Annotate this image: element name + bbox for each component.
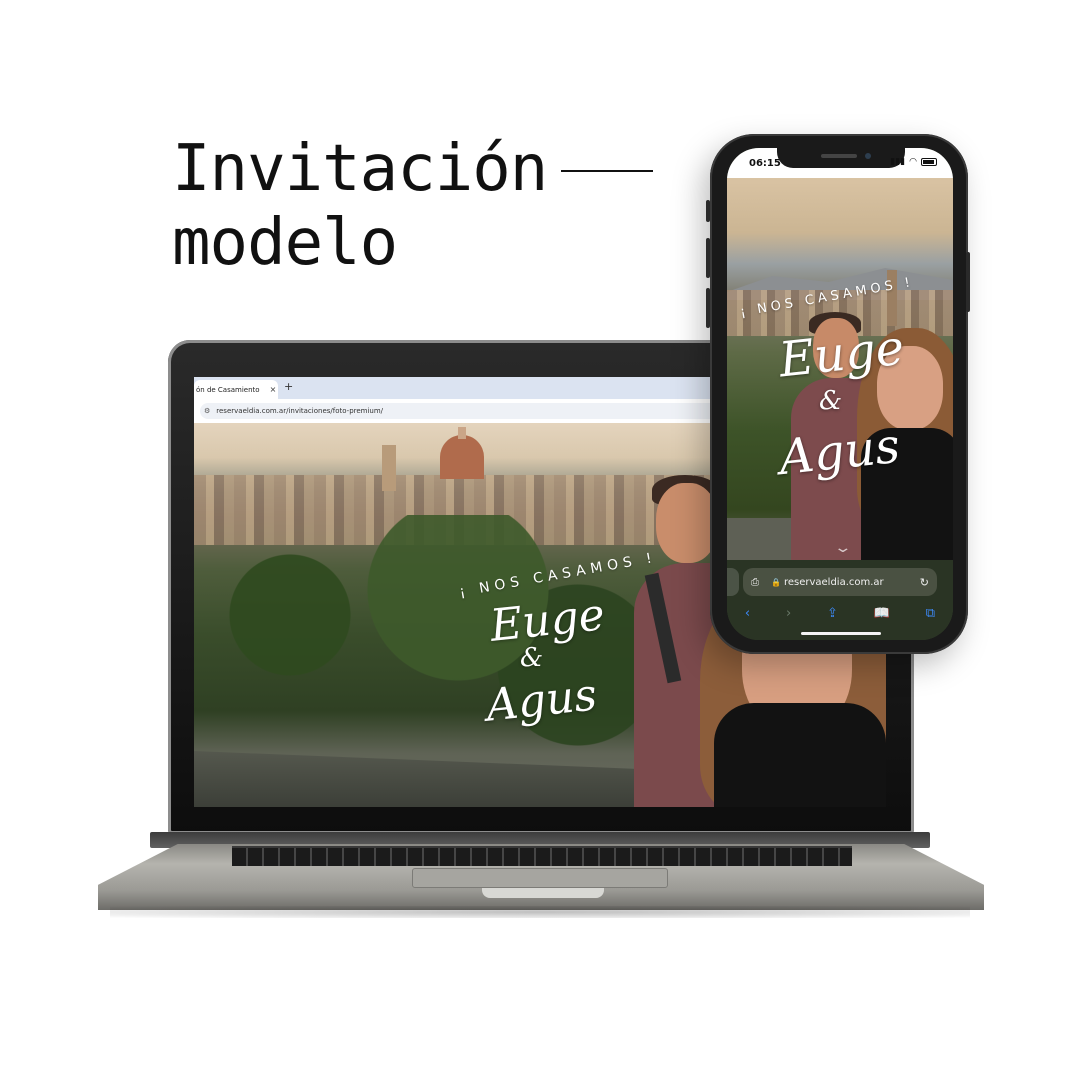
phone-notch xyxy=(777,148,905,168)
wifi-icon: ◠ xyxy=(909,157,917,167)
laptop-keyboard xyxy=(232,846,852,866)
phone-volume-up xyxy=(706,238,710,278)
signal-icon: ▮▮▮ xyxy=(890,157,906,167)
battery-icon xyxy=(921,158,937,166)
laptop-front-notch xyxy=(482,888,604,898)
safari-url-text: reservaeldia.com.ar xyxy=(783,576,884,588)
phone-volume-down xyxy=(706,288,710,328)
status-time: 06:15 xyxy=(749,158,781,169)
phone-hero-photo: ¡ NOS CASAMOS ! Euge & Agus ⌄ xyxy=(727,178,953,568)
front-camera xyxy=(865,153,871,159)
cathedral-dome xyxy=(440,435,484,479)
invitation-ampersand: & xyxy=(819,386,843,416)
browser-tab-label: ón de Casamiento xyxy=(196,385,260,394)
bell-tower xyxy=(382,445,396,491)
forward-icon[interactable]: › xyxy=(786,606,791,621)
lock-icon: 🔒 xyxy=(771,577,781,587)
invitation-ampersand: & xyxy=(520,643,544,673)
scroll-down-icon[interactable]: ⌄ xyxy=(833,540,852,556)
home-indicator[interactable] xyxy=(801,632,881,635)
share-icon[interactable]: ⇪ xyxy=(827,606,838,621)
bookmarks-icon[interactable]: 📖 xyxy=(874,606,890,621)
reload-icon[interactable]: ↻ xyxy=(920,576,929,589)
browser-tab[interactable]: ón de Casamiento × xyxy=(194,380,278,399)
heading-rule xyxy=(561,170,654,172)
laptop-shadow xyxy=(110,906,970,918)
close-tab-icon[interactable]: × xyxy=(268,385,278,394)
back-icon[interactable]: ‹ xyxy=(745,606,750,621)
speaker-grille xyxy=(821,154,857,158)
heading-title: Invitación xyxy=(172,132,548,206)
url-text: reservaeldia.com.ar/invitaciones/foto-pr… xyxy=(216,407,384,415)
heading-line-1: Invitación xyxy=(172,132,654,206)
safari-toolbar: ⎙ 🔒 reservaeldia.com.ar ↻ ‹ › ⇪ 📖 ⧉ xyxy=(727,560,953,640)
man-head xyxy=(656,483,718,563)
woman-figure xyxy=(714,703,886,807)
tune-icon[interactable]: ⚙ xyxy=(204,407,210,415)
status-icons: ▮▮▮ ◠ xyxy=(890,157,937,167)
safari-url-field[interactable]: ⎙ 🔒 reservaeldia.com.ar ↻ xyxy=(743,568,937,596)
phone-side-button xyxy=(706,200,710,222)
page-menu-icon[interactable]: ⎙ xyxy=(751,577,759,588)
phone-screen: 06:15 ▮▮▮ ◠ ¡ NOS CASAMOS ! Euge & Agus … xyxy=(727,148,953,640)
page-heading: Invitación modelo xyxy=(172,132,654,280)
laptop-trackpad xyxy=(412,868,668,888)
heading-subtitle: modelo xyxy=(172,206,398,280)
status-bar: 06:15 ▮▮▮ ◠ xyxy=(727,148,953,178)
new-tab-button[interactable]: + xyxy=(284,380,293,393)
tabs-icon[interactable]: ⧉ xyxy=(926,606,935,621)
phone-power-button xyxy=(966,252,970,312)
dome-lantern xyxy=(458,427,466,439)
previous-tab-peek[interactable] xyxy=(727,568,739,596)
safari-nav-bar: ‹ › ⇪ 📖 ⧉ xyxy=(727,602,953,624)
